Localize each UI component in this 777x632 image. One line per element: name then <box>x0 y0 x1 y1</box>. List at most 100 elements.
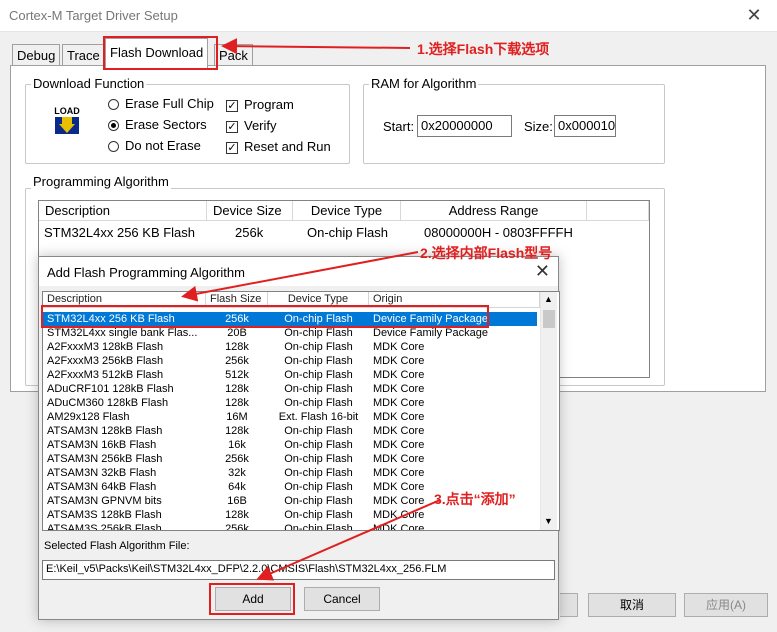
algorithm-address-range: 08000000H - 0803FFFFH <box>424 225 573 240</box>
header-device-size[interactable]: Device Size <box>207 201 293 221</box>
list-item-cell: MDK Core <box>373 369 425 381</box>
cancel-main-button[interactable]: 取消 <box>588 593 676 617</box>
algorithm-type: On-chip Flash <box>307 225 388 240</box>
list-item-cell: ATSAM3N 16kB Flash <box>47 439 157 451</box>
list-item[interactable]: A2FxxxM3 512kB Flash 512k On-chip Flash MDK… <box>43 368 537 382</box>
load-icon: LOAD <box>51 104 83 136</box>
ok-button-partial[interactable] <box>560 593 578 617</box>
list-item-cell: On-chip Flash <box>284 397 353 409</box>
tab-debug[interactable]: Debug <box>12 44 61 66</box>
list-item-cell: MDK Core <box>373 467 425 479</box>
list-item[interactable]: ATSAM3N 32kB Flash 32k On-chip Flash MDK Co… <box>43 466 537 480</box>
header-device-type[interactable]: Device Type <box>293 201 401 221</box>
cancel-button[interactable]: Cancel <box>304 587 380 611</box>
list-item-cell: 128k <box>225 341 249 353</box>
list-item-cell: 128k <box>225 425 249 437</box>
list-item-cell: 16M <box>226 411 248 423</box>
download-function-label: Download Function <box>31 76 147 91</box>
list-item-cell: STM32L4xx single bank Flas... <box>47 327 198 339</box>
checkbox-verify-label: Verify <box>244 118 277 133</box>
checkbox-reset-and-run-label: Reset and Run <box>244 139 331 154</box>
highlight-add-button <box>209 583 295 615</box>
apply-button[interactable]: 应用(A) <box>684 593 768 617</box>
list-item-cell: MDK Core <box>373 425 425 437</box>
list-item-cell: MDK Core <box>373 411 425 423</box>
window-title: Cortex-M Target Driver Setup <box>9 8 178 23</box>
list-item-cell: MDK Core <box>373 523 425 531</box>
algorithm-description: STM32L4xx 256 KB Flash <box>44 225 196 240</box>
annotation-step2: 2.选择内部Flash型号 <box>420 245 553 261</box>
list-item-cell: Ext. Flash 16-bit <box>278 411 359 423</box>
list-item-cell: MDK Core <box>373 509 425 521</box>
annotation-step3: 3.点击“添加” <box>434 491 516 507</box>
list-item[interactable]: ATSAM3S 256kB Flash 256k On-chip Flash MDK … <box>43 522 537 531</box>
ram-size-input[interactable]: 0x000010 <box>554 115 616 137</box>
list-item-cell: ATSAM3N 32kB Flash <box>47 467 157 479</box>
scroll-thumb[interactable] <box>543 310 555 328</box>
highlight-flash-download-tab <box>103 36 218 70</box>
checkbox-program[interactable]: ✓ <box>226 100 238 112</box>
radio-erase-full-chip[interactable] <box>108 99 119 110</box>
tab-trace[interactable]: Trace <box>62 44 105 66</box>
ram-group-label: RAM for Algorithm <box>369 76 479 91</box>
list-item-cell: On-chip Flash <box>284 467 353 479</box>
list-item[interactable]: ATSAM3N 128kB Flash 128k On-chip Flash MDK … <box>43 424 537 438</box>
list-item[interactable]: ADuCRF101 128kB Flash 128k On-chip Flash MD… <box>43 382 537 396</box>
list-item[interactable]: STM32L4xx single bank Flas... 20B On-chip … <box>43 326 537 340</box>
radio-do-not-erase[interactable] <box>108 141 119 152</box>
list-item-cell: ATSAM3S 128kB Flash <box>47 509 162 521</box>
list-item-cell: ATSAM3N GPNVM bits <box>47 495 162 507</box>
list-item-cell: 128k <box>225 383 249 395</box>
list-item[interactable]: ATSAM3S 128kB Flash 128k On-chip Flash MDK … <box>43 508 537 522</box>
checkbox-verify[interactable]: ✓ <box>226 121 238 133</box>
list-item-cell: MDK Core <box>373 383 425 395</box>
ram-size-label: Size: <box>524 119 553 134</box>
list-item[interactable]: A2FxxxM3 256kB Flash 256k On-chip Flash MDK… <box>43 354 537 368</box>
scroll-up-icon[interactable]: ▲ <box>544 294 553 304</box>
list-item-cell: 256k <box>225 523 249 531</box>
dialog-close-icon[interactable]: ✕ <box>535 261 550 282</box>
list-item-cell: On-chip Flash <box>284 341 353 353</box>
algorithm-row[interactable]: STM32L4xx 256 KB Flash 256k On-chip Flas… <box>39 223 649 241</box>
list-item-cell: MDK Core <box>373 453 425 465</box>
list-item[interactable]: A2FxxxM3 128kB Flash 128k On-chip Flash MDK… <box>43 340 537 354</box>
list-item[interactable]: ADuCM360 128kB Flash 128k On-chip Flash MDK… <box>43 396 537 410</box>
list-item-cell: ADuCRF101 128kB Flash <box>47 383 174 395</box>
list-item-cell: 32k <box>228 467 246 479</box>
checkbox-program-label: Program <box>244 97 294 112</box>
tab-pack[interactable]: Pack <box>214 44 253 66</box>
list-item-cell: On-chip Flash <box>284 439 353 451</box>
list-item-cell: ATSAM3S 256kB Flash <box>47 523 162 531</box>
radio-erase-full-chip-label: Erase Full Chip <box>125 96 214 111</box>
vertical-scrollbar[interactable]: ▲ ▼ <box>540 292 557 530</box>
list-item-cell: 16B <box>227 495 247 507</box>
ram-start-label: Start: <box>383 119 415 134</box>
list-item-cell: 512k <box>225 369 249 381</box>
header-address-range[interactable]: Address Range <box>401 201 587 221</box>
radio-erase-sectors-label: Erase Sectors <box>125 117 207 132</box>
list-item-cell: On-chip Flash <box>284 425 353 437</box>
scroll-down-icon[interactable]: ▼ <box>544 516 553 526</box>
highlight-selected-algorithm <box>41 305 489 328</box>
list-item[interactable]: ATSAM3N 256kB Flash 256k On-chip Flash MDK … <box>43 452 537 466</box>
radio-erase-sectors[interactable] <box>108 120 119 131</box>
ram-start-input[interactable]: 0x20000000 <box>417 115 512 137</box>
header-description[interactable]: Description <box>39 201 207 221</box>
list-item-cell: On-chip Flash <box>284 327 353 339</box>
list-item-cell: 128k <box>225 509 249 521</box>
list-item-cell: On-chip Flash <box>284 509 353 521</box>
list-item-cell: On-chip Flash <box>284 355 353 367</box>
list-item-cell: On-chip Flash <box>284 481 353 493</box>
window-close-icon[interactable]: ✕ <box>731 0 777 32</box>
list-item[interactable]: AM29x128 Flash 16M Ext. Flash 16-bit MDK Co… <box>43 410 537 424</box>
annotation-step1: 1.选择Flash下载选项 <box>417 41 550 57</box>
list-item[interactable]: ATSAM3N 16kB Flash 16k On-chip Flash MDK Co… <box>43 438 537 452</box>
list-item-cell: On-chip Flash <box>284 495 353 507</box>
list-item-cell: 64k <box>228 481 246 493</box>
dialog-title: Add Flash Programming Algorithm <box>47 265 245 280</box>
list-item-cell: On-chip Flash <box>284 523 353 531</box>
checkbox-reset-and-run[interactable]: ✓ <box>226 142 238 154</box>
list-item-cell: On-chip Flash <box>284 383 353 395</box>
load-icon-text: LOAD <box>54 106 80 116</box>
list-item-cell: ATSAM3N 64kB Flash <box>47 481 157 493</box>
